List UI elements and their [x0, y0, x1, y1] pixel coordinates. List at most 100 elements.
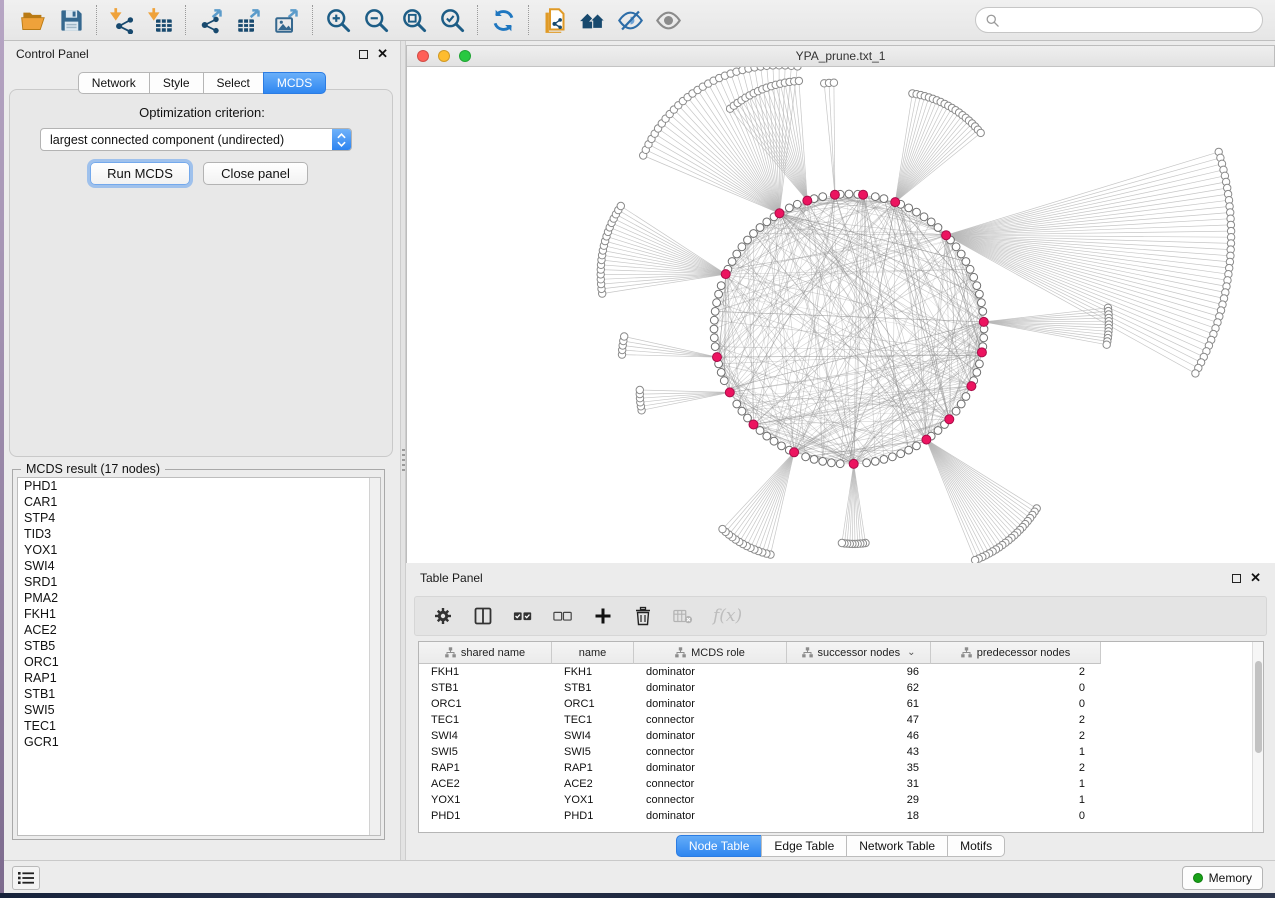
network-leaf-node[interactable] — [617, 202, 624, 209]
network-leaf-node[interactable] — [636, 386, 643, 393]
cell-shared-name[interactable]: YOX1 — [419, 792, 552, 808]
network-node[interactable] — [962, 258, 970, 266]
network-node[interactable] — [819, 458, 827, 466]
cell-successor-nodes[interactable]: 46 — [787, 728, 931, 744]
network-node[interactable] — [763, 432, 771, 440]
network-node[interactable] — [810, 456, 818, 464]
network-node[interactable] — [905, 204, 913, 212]
list-item[interactable]: FKH1 — [18, 606, 380, 622]
network-node[interactable] — [763, 218, 771, 226]
cell-name[interactable]: STB1 — [552, 680, 634, 696]
cell-shared-name[interactable]: SWI4 — [419, 728, 552, 744]
list-item[interactable]: SWI4 — [18, 558, 380, 574]
cell-successor-nodes[interactable]: 62 — [787, 680, 931, 696]
network-node[interactable] — [880, 456, 888, 464]
network-node[interactable] — [880, 195, 888, 203]
list-item[interactable]: TEC1 — [18, 718, 380, 734]
cell-predecessor-nodes[interactable]: 2 — [931, 712, 1101, 728]
cell-predecessor-nodes[interactable]: 0 — [931, 680, 1101, 696]
import-table-button[interactable] — [141, 3, 179, 37]
network-node[interactable] — [913, 208, 921, 216]
network-node[interactable] — [756, 224, 764, 232]
network-node[interactable] — [710, 316, 718, 324]
float-table-panel-icon[interactable] — [1232, 574, 1241, 583]
cell-successor-nodes[interactable]: 35 — [787, 760, 931, 776]
cell-mcds-role[interactable]: connector — [634, 776, 787, 792]
table-row[interactable]: TEC1TEC1connector472 — [419, 712, 1263, 728]
cell-shared-name[interactable]: FKH1 — [419, 664, 552, 680]
network-leaf-node[interactable] — [794, 67, 801, 70]
network-node[interactable] — [793, 200, 801, 208]
export-image-button[interactable] — [268, 3, 306, 37]
cell-predecessor-nodes[interactable]: 1 — [931, 792, 1101, 808]
network-node[interactable] — [889, 453, 897, 461]
network-leaf-node[interactable] — [838, 539, 845, 546]
cell-successor-nodes[interactable]: 29 — [787, 792, 931, 808]
network-node[interactable] — [738, 243, 746, 251]
optimization-criterion-select[interactable]: largest connected component (undirected) — [40, 128, 352, 151]
network-node[interactable] — [976, 290, 984, 298]
add-column-button[interactable] — [593, 606, 613, 626]
network-node[interactable] — [733, 400, 741, 408]
mcds-result-list[interactable]: PHD1CAR1STP4TID3YOX1SWI4SRD1PMA2FKH1ACE2… — [17, 477, 381, 836]
network-node[interactable] — [920, 213, 928, 221]
close-panel-button[interactable]: Close panel — [203, 162, 308, 185]
network-leaf-node[interactable] — [830, 79, 837, 86]
cell-shared-name[interactable]: STB1 — [419, 680, 552, 696]
network-mcds-node[interactable] — [725, 388, 734, 397]
float-panel-icon[interactable] — [359, 50, 368, 59]
network-node[interactable] — [836, 460, 844, 468]
cell-name[interactable]: ORC1 — [552, 696, 634, 712]
network-mcds-node[interactable] — [977, 348, 986, 357]
network-node[interactable] — [770, 437, 778, 445]
list-item[interactable]: PHD1 — [18, 478, 380, 494]
list-item[interactable]: SRD1 — [18, 574, 380, 590]
cell-shared-name[interactable]: SWI5 — [419, 744, 552, 760]
network-leaf-node[interactable] — [977, 129, 984, 136]
network-node[interactable] — [973, 369, 981, 377]
table-row[interactable]: YOX1YOX1connector291 — [419, 792, 1263, 808]
network-mcds-node[interactable] — [891, 198, 900, 207]
list-item[interactable]: STB1 — [18, 686, 380, 702]
tab-network-table[interactable]: Network Table — [846, 835, 948, 857]
network-mcds-node[interactable] — [859, 190, 868, 199]
clone-network-button[interactable] — [535, 3, 573, 37]
column-header-predecessor-nodes[interactable]: predecessor nodes — [931, 642, 1101, 664]
network-mcds-node[interactable] — [830, 190, 839, 199]
cell-shared-name[interactable]: ORC1 — [419, 696, 552, 712]
cell-name[interactable]: TEC1 — [552, 712, 634, 728]
table-scrollbar-thumb[interactable] — [1255, 661, 1262, 753]
cell-shared-name[interactable]: RAP1 — [419, 760, 552, 776]
network-node[interactable] — [957, 250, 965, 258]
tab-style[interactable]: Style — [149, 72, 204, 94]
cell-mcds-role[interactable]: connector — [634, 744, 787, 760]
network-node[interactable] — [905, 446, 913, 454]
cell-mcds-role[interactable]: connector — [634, 792, 787, 808]
panel-menu-button[interactable] — [12, 866, 40, 890]
list-item[interactable]: STB5 — [18, 638, 380, 654]
list-item[interactable]: TID3 — [18, 526, 380, 542]
network-node[interactable] — [927, 218, 935, 226]
splitter-grip[interactable] — [402, 449, 405, 471]
network-leaf-node[interactable] — [795, 77, 802, 84]
network-mcds-node[interactable] — [749, 420, 758, 429]
cell-name[interactable]: YOX1 — [552, 792, 634, 808]
list-item[interactable]: CAR1 — [18, 494, 380, 510]
network-mcds-node[interactable] — [721, 270, 730, 279]
network-node[interactable] — [979, 308, 987, 316]
hide-panel-button[interactable] — [611, 3, 649, 37]
column-header-name[interactable]: name — [552, 642, 634, 664]
export-network-button[interactable] — [192, 3, 230, 37]
network-node[interactable] — [976, 360, 984, 368]
network-node[interactable] — [978, 299, 986, 307]
network-node[interactable] — [711, 343, 719, 351]
tab-mcds[interactable]: MCDS — [263, 72, 326, 94]
list-item[interactable]: GCR1 — [18, 734, 380, 750]
network-node[interactable] — [962, 393, 970, 401]
table-row[interactable]: SWI4SWI4dominator462 — [419, 728, 1263, 744]
network-node[interactable] — [952, 243, 960, 251]
network-mcds-node[interactable] — [713, 353, 722, 362]
cell-mcds-role[interactable]: dominator — [634, 760, 787, 776]
zoom-fit-button[interactable] — [395, 3, 433, 37]
network-node[interactable] — [819, 193, 827, 201]
